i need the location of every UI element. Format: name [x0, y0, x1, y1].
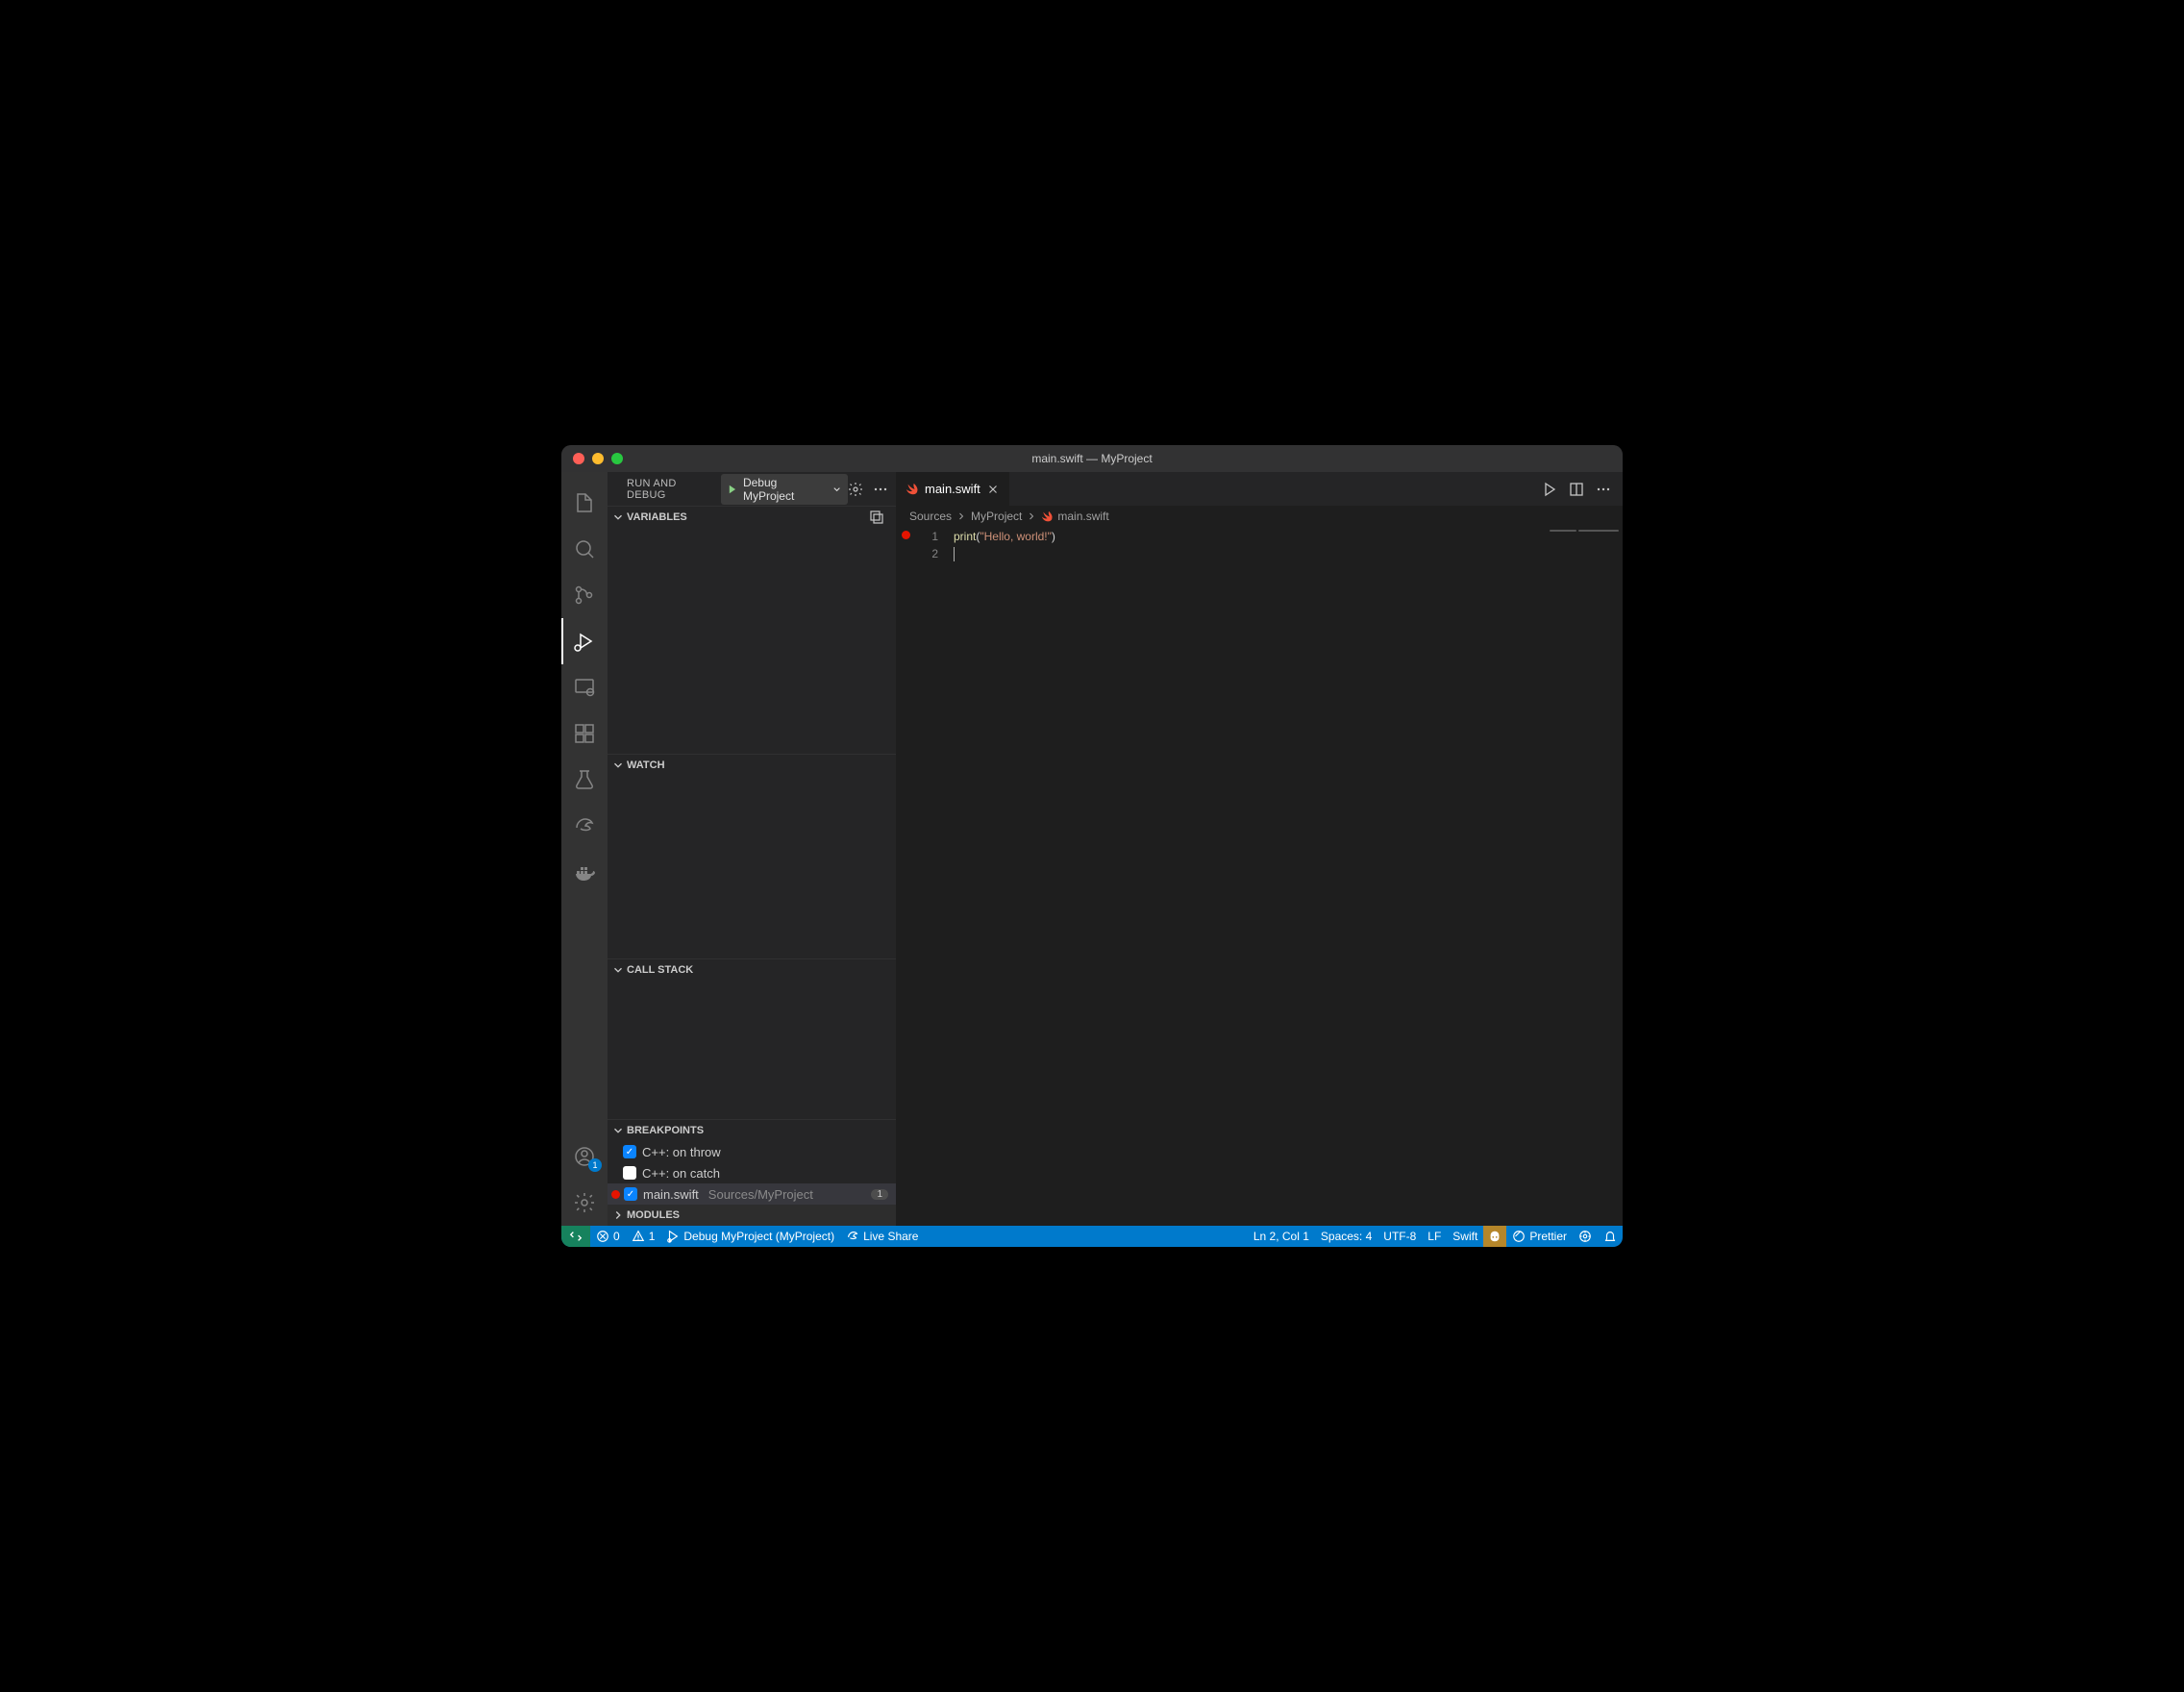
- editor-area: main.swift Sources MyProject main.swift: [896, 472, 1623, 1226]
- callstack-section: CALL STACK: [608, 958, 896, 1119]
- accounts-badge: 1: [588, 1158, 602, 1172]
- close-tab-icon[interactable]: [986, 483, 1000, 496]
- maximize-window-button[interactable]: [611, 453, 623, 464]
- window-controls: [573, 453, 623, 464]
- remote-button[interactable]: [561, 1226, 590, 1247]
- sidebar-title: RUN AND DEBUG: [627, 478, 713, 501]
- run-icon[interactable]: [1542, 482, 1557, 497]
- minimize-window-button[interactable]: [592, 453, 604, 464]
- code-editor[interactable]: 1 2 print("Hello, world!"): [896, 527, 1623, 1226]
- modules-header[interactable]: MODULES: [608, 1205, 896, 1226]
- breakpoints-header[interactable]: BREAKPOINTS: [608, 1120, 896, 1141]
- breadcrumbs[interactable]: Sources MyProject main.swift: [896, 506, 1623, 527]
- warnings-button[interactable]: 1: [626, 1226, 661, 1247]
- breakpoint-indicator-icon[interactable]: [902, 531, 910, 539]
- debug-sidebar: RUN AND DEBUG Debug MyProject VARIABLES: [608, 472, 896, 1226]
- extensions-icon[interactable]: [561, 710, 608, 757]
- cursor-position[interactable]: Ln 2, Col 1: [1248, 1226, 1315, 1247]
- testing-icon[interactable]: [561, 757, 608, 803]
- docker-icon[interactable]: [561, 849, 608, 895]
- tab-bar: main.swift: [896, 472, 1623, 506]
- checkbox-icon[interactable]: ✓: [624, 1187, 637, 1201]
- explorer-icon[interactable]: [561, 480, 608, 526]
- sidebar-header: RUN AND DEBUG Debug MyProject: [608, 472, 896, 506]
- variables-header[interactable]: VARIABLES: [608, 507, 896, 528]
- encoding-button[interactable]: UTF-8: [1377, 1226, 1422, 1247]
- editor-tab[interactable]: main.swift: [896, 472, 1010, 506]
- remote-explorer-icon[interactable]: [561, 664, 608, 710]
- breakpoint-row[interactable]: ✓ C++: on throw: [608, 1141, 896, 1162]
- checkbox-icon[interactable]: [623, 1166, 636, 1180]
- notifications-icon[interactable]: [1598, 1226, 1623, 1247]
- text-cursor: [954, 547, 955, 561]
- debug-target-button[interactable]: Debug MyProject (MyProject): [660, 1226, 840, 1247]
- gear-icon[interactable]: [848, 482, 863, 497]
- variables-section: VARIABLES: [608, 506, 896, 754]
- eol-button[interactable]: LF: [1422, 1226, 1447, 1247]
- tab-label: main.swift: [925, 482, 980, 496]
- chevron-right-icon: [956, 510, 967, 522]
- split-editor-icon[interactable]: [1569, 482, 1584, 497]
- debug-config-label: Debug MyProject: [743, 476, 826, 503]
- share-icon[interactable]: [561, 803, 608, 849]
- watch-header[interactable]: WATCH: [608, 755, 896, 776]
- liveshare-button[interactable]: Live Share: [840, 1226, 924, 1247]
- search-icon[interactable]: [561, 526, 608, 572]
- prettier-button[interactable]: Prettier: [1506, 1226, 1573, 1247]
- run-debug-icon[interactable]: [561, 618, 608, 664]
- minimap[interactable]: [1546, 527, 1623, 1226]
- breakpoint-row[interactable]: C++: on catch: [608, 1162, 896, 1183]
- collapse-all-icon[interactable]: [869, 510, 884, 525]
- debug-config-dropdown[interactable]: Debug MyProject: [721, 474, 848, 505]
- swift-file-icon: [906, 483, 919, 496]
- window-title: main.swift — MyProject: [1031, 452, 1152, 465]
- swift-file-icon: [1041, 510, 1054, 523]
- language-mode-button[interactable]: Swift: [1447, 1226, 1483, 1247]
- breakpoints-list: ✓ C++: on throw C++: on catch ✓ main.swi…: [608, 1141, 896, 1205]
- status-bar: 0 1 Debug MyProject (MyProject) Live Sha…: [561, 1226, 1623, 1247]
- more-icon[interactable]: [873, 482, 888, 497]
- callstack-header[interactable]: CALL STACK: [608, 959, 896, 981]
- errors-button[interactable]: 0: [590, 1226, 626, 1247]
- feedback-icon[interactable]: [1573, 1226, 1598, 1247]
- accounts-icon[interactable]: 1: [561, 1133, 608, 1180]
- vscode-window: main.swift — MyProject 1 RUN AND DEBUG D…: [561, 445, 1623, 1247]
- copilot-button[interactable]: [1483, 1226, 1506, 1247]
- more-icon[interactable]: [1596, 482, 1611, 497]
- indentation-button[interactable]: Spaces: 4: [1315, 1226, 1377, 1247]
- settings-gear-icon[interactable]: [561, 1180, 608, 1226]
- watch-section: WATCH: [608, 754, 896, 958]
- close-window-button[interactable]: [573, 453, 584, 464]
- chevron-right-icon: [1026, 510, 1037, 522]
- breakpoint-dot-icon: [611, 1190, 620, 1199]
- line-gutter: 1 2: [896, 527, 954, 1226]
- breakpoints-section: BREAKPOINTS ✓ C++: on throw C++: on catc…: [608, 1119, 896, 1226]
- titlebar: main.swift — MyProject: [561, 445, 1623, 472]
- breakpoint-row[interactable]: ✓ main.swift Sources/MyProject 1: [608, 1183, 896, 1205]
- code-content: print("Hello, world!"): [954, 527, 1055, 1226]
- activity-bar: 1: [561, 472, 608, 1226]
- checkbox-icon[interactable]: ✓: [623, 1145, 636, 1158]
- source-control-icon[interactable]: [561, 572, 608, 618]
- main-body: 1 RUN AND DEBUG Debug MyProject: [561, 472, 1623, 1226]
